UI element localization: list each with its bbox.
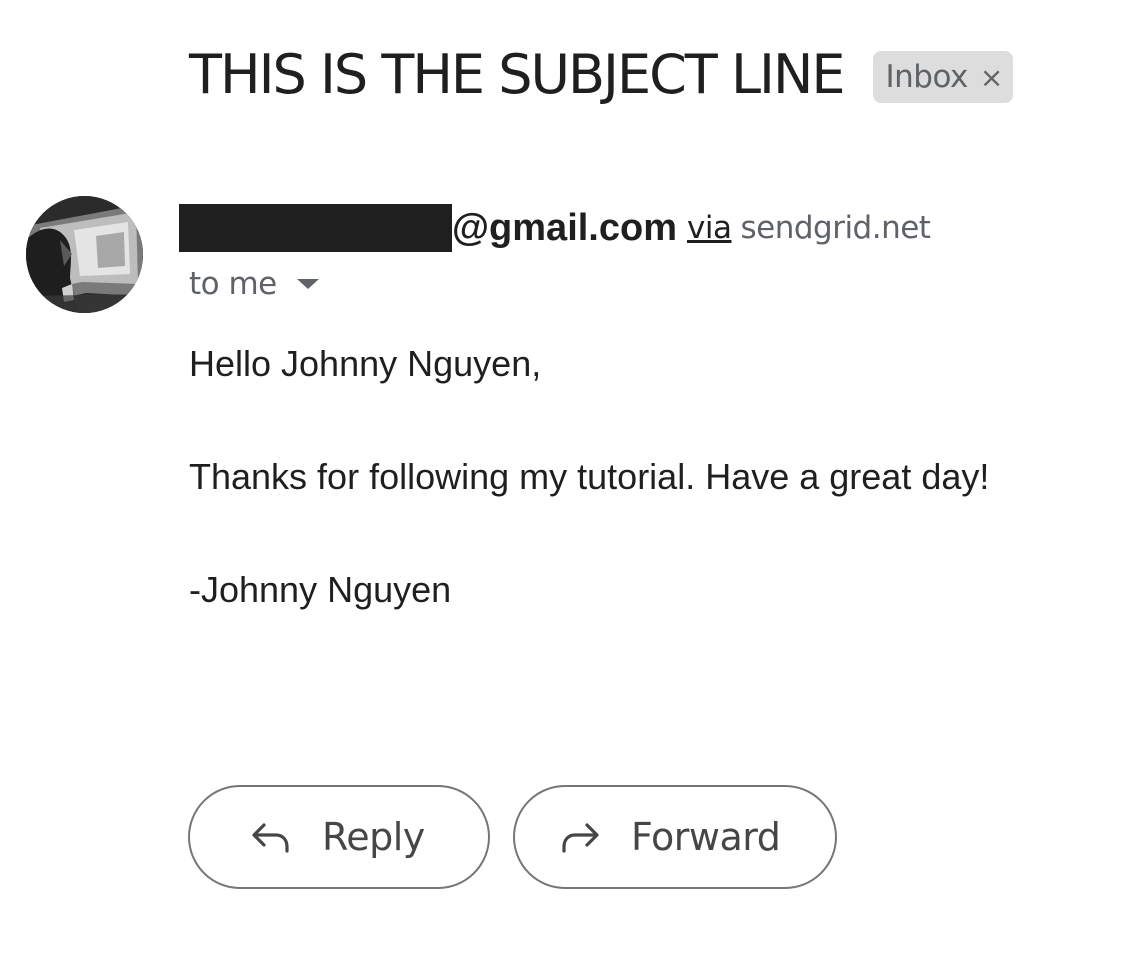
email-greeting: Hello Johnny Nguyen, — [189, 343, 542, 384]
reply-button[interactable]: Reply — [188, 785, 490, 889]
remove-label-icon[interactable]: × — [980, 61, 1003, 94]
via-link[interactable]: via — [687, 206, 732, 250]
label-chip-inbox[interactable]: Inbox × — [873, 51, 1013, 103]
email-message: Thanks for following my tutorial. Have a… — [189, 456, 990, 497]
sender-avatar[interactable] — [26, 196, 143, 313]
email-view: THIS IS THE SUBJECT LINE Inbox × @gmail.… — [0, 0, 1142, 962]
sender-email-domain[interactable]: @gmail.com — [452, 206, 677, 250]
email-signature: -Johnny Nguyen — [189, 569, 452, 610]
recipient-text: to me — [189, 266, 277, 302]
label-chip-text: Inbox — [885, 59, 968, 95]
avatar-photo — [26, 196, 143, 313]
redaction-bar — [179, 204, 452, 252]
subject-header: THIS IS THE SUBJECT LINE Inbox × — [189, 40, 1013, 110]
reply-arrow-icon — [252, 823, 289, 853]
forward-button[interactable]: Forward — [513, 785, 837, 889]
forward-button-label: Forward — [631, 815, 781, 859]
forward-arrow-icon — [562, 823, 599, 853]
reply-button-label: Reply — [322, 815, 425, 859]
via-domain: sendgrid.net — [740, 210, 931, 246]
recipient-details-toggle[interactable]: to me — [189, 264, 319, 304]
caret-down-icon[interactable] — [296, 279, 319, 289]
email-subject: THIS IS THE SUBJECT LINE — [189, 43, 845, 106]
sender-line: @gmail.com via sendgrid.net — [179, 204, 931, 252]
